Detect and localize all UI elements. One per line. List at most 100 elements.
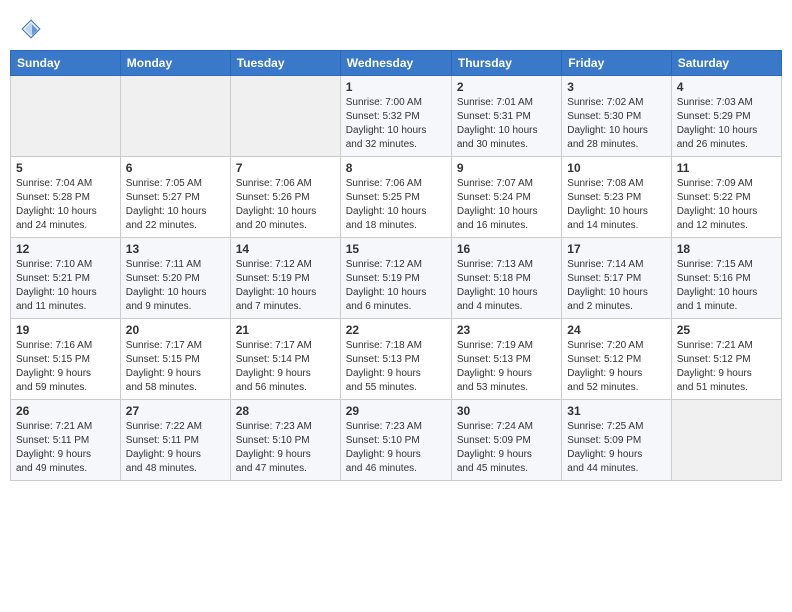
calendar-cell: 22 Sunrise: 7:18 AM Sunset: 5:13 PM Dayli… [340,319,451,400]
calendar-table: SundayMondayTuesdayWednesdayThursdayFrid… [10,50,782,481]
day-number: 6 [126,161,225,175]
calendar-cell: 5Sunrise: 7:04 AM Sunset: 5:28 PM Daylig… [11,157,121,238]
calendar-cell: 25 Sunrise: 7:21 AM Sunset: 5:12 PM Dayli… [671,319,781,400]
page-header [10,10,782,44]
day-info: Sunrise: 7:21 AM Sunset: 5:11 PM Dayligh… [16,420,115,476]
calendar-cell: 27 Sunrise: 7:22 AM Sunset: 5:11 PM Dayli… [120,400,230,481]
day-info: Sunrise: 7:01 AM Sunset: 5:31 PM Dayligh… [457,96,556,152]
calendar-cell: 1 Sunrise: 7:00 AM Sunset: 5:32 PM Daylig… [340,76,451,157]
calendar-week-3: 12 Sunrise: 7:10 AM Sunset: 5:21 PM Dayli… [11,238,782,319]
calendar-cell: 30Sunrise: 7:24 AM Sunset: 5:09 PM Dayli… [451,400,561,481]
calendar-cell [230,76,340,157]
day-number: 16 [457,242,556,256]
day-info: Sunrise: 7:05 AM Sunset: 5:27 PM Dayligh… [126,177,225,233]
calendar-cell: 11 Sunrise: 7:09 AM Sunset: 5:22 PM Dayli… [671,157,781,238]
col-header-friday: Friday [562,51,671,76]
col-header-monday: Monday [120,51,230,76]
calendar-week-1: 1 Sunrise: 7:00 AM Sunset: 5:32 PM Daylig… [11,76,782,157]
day-number: 31 [567,404,665,418]
day-info: Sunrise: 7:06 AM Sunset: 5:25 PM Dayligh… [346,177,446,233]
day-info: Sunrise: 7:21 AM Sunset: 5:12 PM Dayligh… [677,339,776,395]
day-number: 23 [457,323,556,337]
day-number: 11 [677,161,776,175]
calendar-cell: 26 Sunrise: 7:21 AM Sunset: 5:11 PM Dayli… [11,400,121,481]
day-info: Sunrise: 7:17 AM Sunset: 5:14 PM Dayligh… [236,339,335,395]
calendar-cell: 13 Sunrise: 7:11 AM Sunset: 5:20 PM Dayli… [120,238,230,319]
day-info: Sunrise: 7:12 AM Sunset: 5:19 PM Dayligh… [236,258,335,314]
day-number: 24 [567,323,665,337]
calendar-cell [120,76,230,157]
day-info: Sunrise: 7:20 AM Sunset: 5:12 PM Dayligh… [567,339,665,395]
day-number: 12 [16,242,115,256]
day-info: Sunrise: 7:10 AM Sunset: 5:21 PM Dayligh… [16,258,115,314]
day-number: 7 [236,161,335,175]
calendar-week-2: 5Sunrise: 7:04 AM Sunset: 5:28 PM Daylig… [11,157,782,238]
day-info: Sunrise: 7:16 AM Sunset: 5:15 PM Dayligh… [16,339,115,395]
day-info: Sunrise: 7:13 AM Sunset: 5:18 PM Dayligh… [457,258,556,314]
calendar-cell: 31 Sunrise: 7:25 AM Sunset: 5:09 PM Dayli… [562,400,671,481]
calendar-cell: 4 Sunrise: 7:03 AM Sunset: 5:29 PM Daylig… [671,76,781,157]
day-info: Sunrise: 7:18 AM Sunset: 5:13 PM Dayligh… [346,339,446,395]
day-number: 26 [16,404,115,418]
calendar-cell: 21 Sunrise: 7:17 AM Sunset: 5:14 PM Dayli… [230,319,340,400]
day-info: Sunrise: 7:19 AM Sunset: 5:13 PM Dayligh… [457,339,556,395]
day-number: 27 [126,404,225,418]
day-number: 25 [677,323,776,337]
day-number: 15 [346,242,446,256]
day-info: Sunrise: 7:04 AM Sunset: 5:28 PM Dayligh… [16,177,115,233]
day-info: Sunrise: 7:02 AM Sunset: 5:30 PM Dayligh… [567,96,665,152]
calendar-cell: 17 Sunrise: 7:14 AM Sunset: 5:17 PM Dayli… [562,238,671,319]
day-info: Sunrise: 7:12 AM Sunset: 5:19 PM Dayligh… [346,258,446,314]
calendar-cell: 6 Sunrise: 7:05 AM Sunset: 5:27 PM Daylig… [120,157,230,238]
day-info: Sunrise: 7:14 AM Sunset: 5:17 PM Dayligh… [567,258,665,314]
day-info: Sunrise: 7:23 AM Sunset: 5:10 PM Dayligh… [236,420,335,476]
day-number: 3 [567,80,665,94]
day-number: 13 [126,242,225,256]
day-info: Sunrise: 7:15 AM Sunset: 5:16 PM Dayligh… [677,258,776,314]
calendar-cell: 23 Sunrise: 7:19 AM Sunset: 5:13 PM Dayli… [451,319,561,400]
calendar-cell: 14Sunrise: 7:12 AM Sunset: 5:19 PM Dayli… [230,238,340,319]
calendar-cell: 16 Sunrise: 7:13 AM Sunset: 5:18 PM Dayli… [451,238,561,319]
day-info: Sunrise: 7:23 AM Sunset: 5:10 PM Dayligh… [346,420,446,476]
calendar-cell: 10Sunrise: 7:08 AM Sunset: 5:23 PM Dayli… [562,157,671,238]
day-number: 30 [457,404,556,418]
calendar-cell: 28 Sunrise: 7:23 AM Sunset: 5:10 PM Dayli… [230,400,340,481]
day-number: 18 [677,242,776,256]
calendar-cell: 3 Sunrise: 7:02 AM Sunset: 5:30 PM Daylig… [562,76,671,157]
calendar-cell: 7Sunrise: 7:06 AM Sunset: 5:26 PM Daylig… [230,157,340,238]
day-info: Sunrise: 7:08 AM Sunset: 5:23 PM Dayligh… [567,177,665,233]
day-info: Sunrise: 7:07 AM Sunset: 5:24 PM Dayligh… [457,177,556,233]
day-number: 8 [346,161,446,175]
day-number: 1 [346,80,446,94]
day-number: 4 [677,80,776,94]
day-info: Sunrise: 7:22 AM Sunset: 5:11 PM Dayligh… [126,420,225,476]
calendar-cell: 15 Sunrise: 7:12 AM Sunset: 5:19 PM Dayli… [340,238,451,319]
day-number: 22 [346,323,446,337]
day-number: 28 [236,404,335,418]
calendar-cell [11,76,121,157]
day-number: 9 [457,161,556,175]
calendar-cell: 24 Sunrise: 7:20 AM Sunset: 5:12 PM Dayli… [562,319,671,400]
calendar-cell: 9 Sunrise: 7:07 AM Sunset: 5:24 PM Daylig… [451,157,561,238]
calendar-cell [671,400,781,481]
day-info: Sunrise: 7:03 AM Sunset: 5:29 PM Dayligh… [677,96,776,152]
day-number: 17 [567,242,665,256]
col-header-sunday: Sunday [11,51,121,76]
calendar-week-4: 19Sunrise: 7:16 AM Sunset: 5:15 PM Dayli… [11,319,782,400]
calendar-cell: 29 Sunrise: 7:23 AM Sunset: 5:10 PM Dayli… [340,400,451,481]
calendar-cell: 12 Sunrise: 7:10 AM Sunset: 5:21 PM Dayli… [11,238,121,319]
logo-icon [20,18,42,40]
day-number: 21 [236,323,335,337]
col-header-thursday: Thursday [451,51,561,76]
day-info: Sunrise: 7:11 AM Sunset: 5:20 PM Dayligh… [126,258,225,314]
day-info: Sunrise: 7:25 AM Sunset: 5:09 PM Dayligh… [567,420,665,476]
day-number: 2 [457,80,556,94]
calendar-cell: 8 Sunrise: 7:06 AM Sunset: 5:25 PM Daylig… [340,157,451,238]
col-header-wednesday: Wednesday [340,51,451,76]
calendar-header-row: SundayMondayTuesdayWednesdayThursdayFrid… [11,51,782,76]
day-number: 20 [126,323,225,337]
day-number: 29 [346,404,446,418]
day-info: Sunrise: 7:00 AM Sunset: 5:32 PM Dayligh… [346,96,446,152]
day-info: Sunrise: 7:09 AM Sunset: 5:22 PM Dayligh… [677,177,776,233]
calendar-cell: 19Sunrise: 7:16 AM Sunset: 5:15 PM Dayli… [11,319,121,400]
